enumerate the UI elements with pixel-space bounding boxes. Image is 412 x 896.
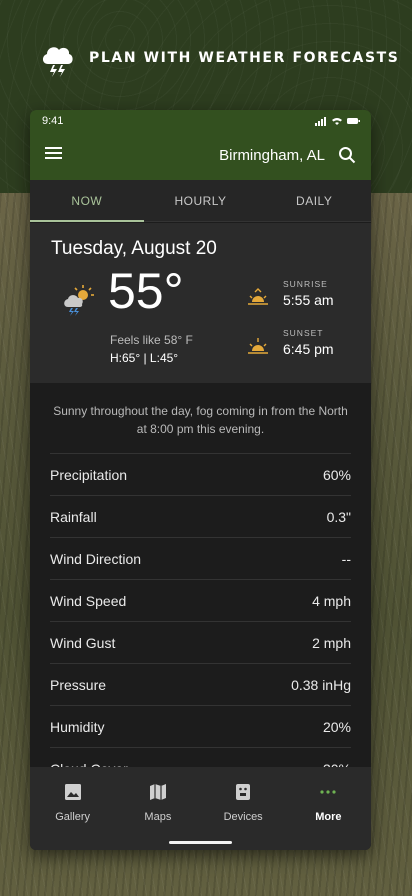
status-icons (315, 117, 360, 126)
nav-gallery-label: Gallery (55, 811, 91, 823)
detail-value: 0.38 inHg (291, 676, 351, 693)
nav-more[interactable]: More (286, 767, 371, 850)
tab-daily[interactable]: DAILY (257, 180, 371, 221)
current-conditions: Tuesday, August 20 55° Feels like 58° F … (30, 223, 371, 383)
status-time: 9:41 (42, 115, 64, 127)
phone-screen: 9:41 Birmingham, AL NOW HOURLY DAILY Tue… (30, 110, 371, 850)
sunset-label: SUNSET (283, 328, 324, 338)
promo-banner: PLAN WITH WEATHER FORECASTS (0, 40, 412, 80)
detail-value: 4 mph (312, 592, 351, 609)
search-icon[interactable] (338, 146, 356, 164)
current-date: Tuesday, August 20 (51, 238, 217, 259)
detail-label: Humidity (50, 718, 105, 735)
detail-row-humidity: Humidity 20% (50, 705, 351, 747)
detail-value: 2 mph (312, 634, 351, 651)
partly-cloudy-storm-icon (64, 285, 94, 316)
detail-label: Wind Speed (50, 592, 127, 609)
forecast-tabs: NOW HOURLY DAILY (30, 180, 371, 222)
sunset-icon (248, 338, 268, 354)
detail-row-wind-speed: Wind Speed 4 mph (50, 579, 351, 621)
detail-row-wind-gust: Wind Gust 2 mph (50, 621, 351, 663)
detail-value: 20% (322, 718, 351, 735)
app-bar: 9:41 Birmingham, AL (30, 110, 371, 180)
tab-now[interactable]: NOW (30, 180, 144, 222)
nav-devices[interactable]: Devices (201, 767, 286, 850)
sunset-time: 6:45 pm (283, 341, 334, 357)
thunder-cloud-icon (42, 47, 73, 77)
detail-row-pressure: Pressure 0.38 inHg (50, 663, 351, 705)
nav-more-label: More (315, 811, 342, 823)
detail-row-precipitation: Precipitation 60% (50, 453, 351, 495)
detail-row-rainfall: Rainfall 0.3" (50, 495, 351, 537)
gallery-icon (64, 784, 81, 800)
feels-like: Feels like 58° F (110, 333, 193, 347)
sunrise-icon (248, 288, 268, 305)
detail-value: -- (341, 550, 351, 567)
devices-icon (236, 784, 251, 800)
nav-maps-label: Maps (144, 811, 172, 823)
nav-maps[interactable]: Maps (115, 767, 200, 850)
menu-icon[interactable] (45, 146, 62, 160)
nav-devices-label: Devices (223, 811, 263, 823)
detail-label: Pressure (50, 676, 107, 693)
map-icon (149, 784, 166, 800)
tab-hourly[interactable]: HOURLY (144, 180, 258, 221)
location-label[interactable]: Birmingham, AL (219, 147, 325, 164)
more-icon (320, 790, 336, 794)
detail-value: 60% (322, 466, 351, 483)
high-low: H:65° | L:45° (110, 351, 179, 365)
sunrise-label: SUNRISE (283, 279, 328, 289)
detail-value: 0.3" (326, 508, 351, 525)
current-temperature: 55° (108, 263, 184, 319)
home-indicator (169, 841, 232, 844)
forecast-summary: Sunny throughout the day, fog coming in … (53, 404, 348, 436)
detail-label: Wind Direction (50, 550, 142, 567)
nav-gallery[interactable]: Gallery (30, 767, 115, 850)
sunrise-time: 5:55 am (283, 292, 334, 308)
detail-label: Rainfall (50, 508, 97, 525)
details-list: Precipitation 60% Rainfall 0.3" Wind Dir… (50, 453, 351, 789)
detail-label: Precipitation (50, 466, 128, 483)
detail-label: Wind Gust (50, 634, 116, 651)
bottom-navigation: Gallery Maps Devices More (30, 767, 371, 850)
banner-title: PLAN WITH WEATHER FORECASTS (89, 50, 400, 66)
detail-row-wind-direction: Wind Direction -- (50, 537, 351, 579)
